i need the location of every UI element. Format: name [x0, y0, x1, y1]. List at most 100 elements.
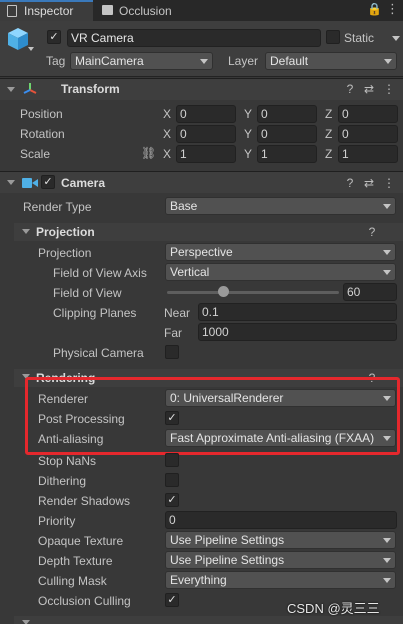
fov-label: Field of View	[53, 286, 122, 300]
help-icon[interactable]: ?	[343, 82, 357, 96]
layer-dropdown[interactable]: Default	[265, 52, 397, 70]
fov-axis-dropdown[interactable]: Vertical	[165, 263, 396, 281]
physical-camera-checkbox[interactable]	[165, 345, 179, 359]
tab-inspector-label: Inspector	[24, 4, 74, 18]
priority-field[interactable]: 0	[165, 511, 397, 529]
projection-section-title: Projection	[36, 225, 95, 239]
chevron-down-icon	[383, 558, 391, 563]
constrain-proportions-icon[interactable]: ⛓	[141, 146, 156, 160]
watermark-text: CSDN @灵三三	[287, 601, 380, 616]
position-y-field[interactable]: 0	[257, 105, 317, 123]
fov-value-field[interactable]: 60	[343, 283, 397, 301]
y-axis-label[interactable]: Y	[244, 126, 252, 142]
z-axis-label[interactable]: Z	[325, 106, 332, 122]
static-dropdown-arrow[interactable]	[392, 36, 400, 41]
far-field[interactable]: 1000	[198, 323, 397, 341]
scale-x-field[interactable]: 1	[176, 145, 236, 163]
occlusion-culling-checkbox[interactable]: ✓	[165, 593, 179, 607]
camera-enabled-checkbox[interactable]: ✓	[41, 175, 55, 189]
lock-icon[interactable]: 🔒	[367, 2, 382, 16]
near-label: Near	[164, 306, 191, 320]
help-icon[interactable]: ?	[365, 225, 379, 239]
z-axis-label[interactable]: Z	[325, 146, 332, 162]
position-x-field[interactable]: 0	[176, 105, 236, 123]
tag-dropdown[interactable]: MainCamera	[70, 52, 213, 70]
next-section-header-partial	[14, 616, 403, 624]
transform-row-position: Position X 0 Y 0 Z 0	[0, 104, 403, 124]
tab-occlusion[interactable]: Occlusion	[95, 0, 193, 21]
x-axis-label[interactable]: X	[163, 126, 171, 142]
clipping-planes-label: Clipping Planes	[53, 306, 137, 320]
projection-dropdown[interactable]: Perspective	[165, 243, 396, 261]
dithering-label: Dithering	[38, 474, 87, 488]
depth-texture-label: Depth Texture	[38, 554, 113, 568]
rotation-label: Rotation	[20, 127, 65, 141]
render-shadows-checkbox[interactable]: ✓	[165, 493, 179, 507]
preset-icon[interactable]: ⇄	[362, 176, 376, 190]
physical-camera-label: Physical Camera	[53, 346, 144, 360]
gameobject-cube-icon[interactable]	[6, 26, 30, 52]
rotation-z-field[interactable]: 0	[338, 125, 398, 143]
depth-texture-dropdown[interactable]: Use Pipeline Settings	[165, 551, 396, 569]
layer-value: Default	[270, 54, 309, 68]
z-axis-label[interactable]: Z	[325, 126, 332, 142]
projection-section-header[interactable]: Projection ?	[14, 223, 403, 241]
render-shadows-label: Render Shadows	[38, 494, 131, 508]
static-label: Static	[344, 31, 375, 45]
chevron-down-icon	[383, 250, 391, 255]
tag-value: MainCamera	[75, 54, 144, 68]
rotation-y-field[interactable]: 0	[257, 125, 317, 143]
stop-nans-checkbox[interactable]	[165, 453, 179, 467]
chevron-down-icon	[384, 59, 392, 64]
dithering-checkbox[interactable]	[165, 473, 179, 487]
x-axis-label[interactable]: X	[163, 106, 171, 122]
active-checkbox[interactable]: ✓	[47, 30, 61, 44]
chevron-down-icon	[383, 578, 391, 583]
fold-arrow-icon[interactable]	[22, 620, 30, 624]
tab-inspector[interactable]: Inspector	[0, 0, 93, 21]
projection-value: Perspective	[170, 245, 233, 259]
far-label: Far	[164, 326, 182, 340]
render-type-dropdown[interactable]: Base	[165, 197, 396, 215]
more-menu-icon[interactable]: ⋮	[386, 1, 399, 17]
transform-title: Transform	[61, 82, 120, 96]
rotation-x-field[interactable]: 0	[176, 125, 236, 143]
help-icon[interactable]: ?	[343, 176, 357, 190]
preset-icon[interactable]: ⇄	[362, 82, 376, 96]
scale-label: Scale	[20, 147, 51, 161]
stop-nans-label: Stop NaNs	[38, 454, 97, 468]
y-axis-label[interactable]: Y	[244, 106, 252, 122]
priority-label: Priority	[38, 514, 76, 528]
tab-occlusion-label: Occlusion	[119, 4, 172, 18]
opaque-texture-label: Opaque Texture	[38, 534, 124, 548]
gameobject-name-field[interactable]: VR Camera	[67, 29, 321, 47]
fold-arrow-icon[interactable]	[7, 180, 15, 185]
x-axis-label[interactable]: X	[163, 146, 171, 162]
render-type-label: Render Type	[23, 200, 92, 214]
occlusion-culling-label: Occlusion Culling	[38, 594, 131, 608]
transform-row-scale: Scale ⛓ X 1 Y 1 Z 1	[0, 144, 403, 164]
icon-dropdown-arrow[interactable]	[28, 47, 34, 51]
scale-y-field[interactable]: 1	[257, 145, 317, 163]
position-z-field[interactable]: 0	[338, 105, 398, 123]
camera-header[interactable]: ✓ Camera ? ⇄ ⋮	[0, 171, 403, 193]
scale-z-field[interactable]: 1	[338, 145, 398, 163]
opaque-texture-dropdown[interactable]: Use Pipeline Settings	[165, 531, 396, 549]
y-axis-label[interactable]: Y	[244, 146, 252, 162]
fov-slider-track[interactable]	[167, 291, 339, 294]
fov-slider-handle[interactable]	[218, 286, 230, 297]
static-checkbox[interactable]	[326, 30, 340, 44]
culling-mask-dropdown[interactable]: Everything	[165, 571, 396, 589]
near-field[interactable]: 0.1	[198, 303, 397, 321]
camera-title: Camera	[61, 176, 106, 190]
transform-header[interactable]: Transform ? ⇄ ⋮	[0, 78, 403, 100]
position-label: Position	[20, 107, 63, 121]
projection-label: Projection	[38, 246, 92, 260]
component-menu-icon[interactable]: ⋮	[382, 82, 396, 96]
component-menu-icon[interactable]: ⋮	[382, 176, 396, 190]
fold-arrow-icon[interactable]	[22, 229, 30, 234]
depth-texture-value: Use Pipeline Settings	[170, 553, 285, 567]
fold-arrow-icon[interactable]	[7, 87, 15, 92]
highlight-box	[25, 377, 400, 455]
transform-row-rotation: Rotation X 0 Y 0 Z 0	[0, 124, 403, 144]
